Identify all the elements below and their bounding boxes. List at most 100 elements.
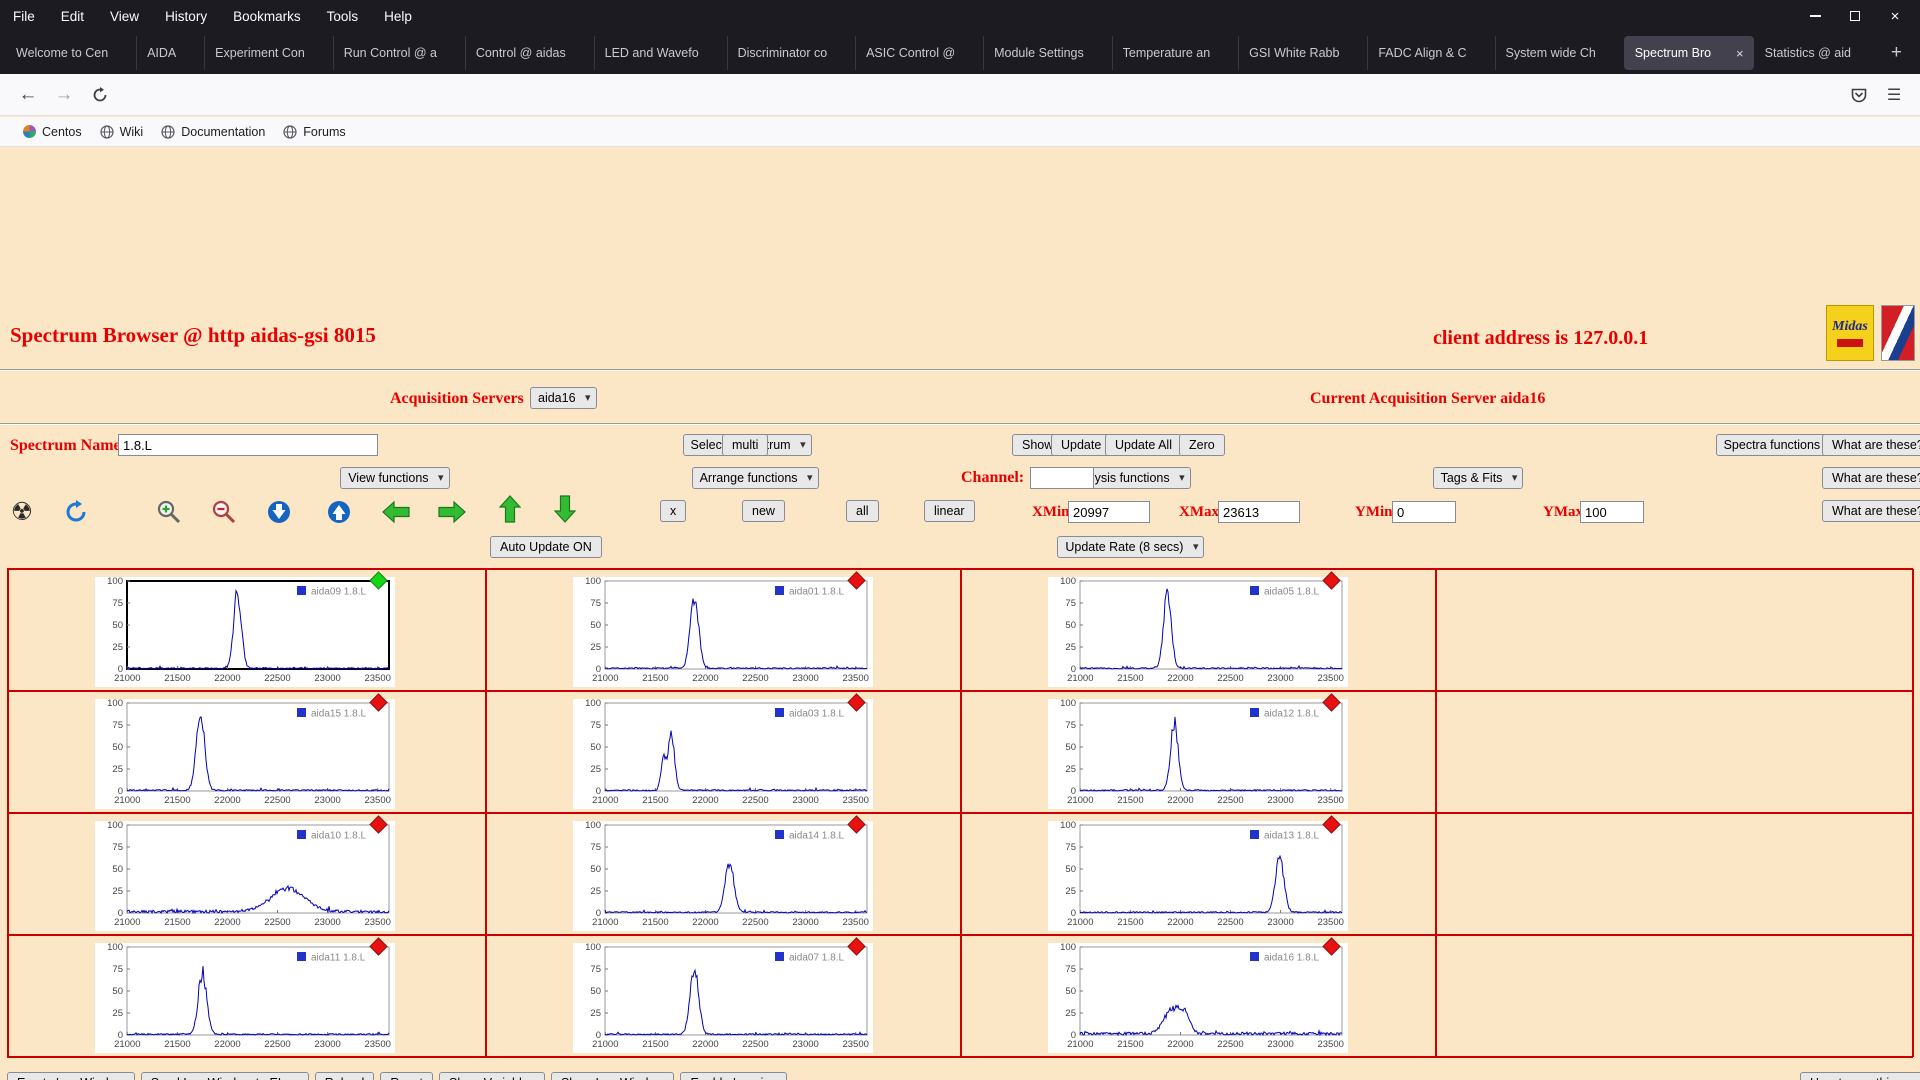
update-rate-dropdown[interactable]: Update Rate (8 secs)	[1057, 536, 1205, 558]
tab-welcome-to-cen[interactable]: Welcome to Cen	[6, 36, 136, 70]
enable-logging-button[interactable]: Enable Logging	[680, 1072, 788, 1080]
spectrum-chart-aida15[interactable]: 0 25 50 75 100 21000 21500 22000 22500 23000 23500…	[95, 693, 395, 809]
empty-log-window-button[interactable]: Empty Log Window	[7, 1072, 135, 1080]
new-tab-button[interactable]: +	[1879, 42, 1914, 64]
menu-tools[interactable]: Tools	[314, 9, 372, 24]
svg-text:23000: 23000	[792, 917, 818, 928]
xmin-input[interactable]	[1068, 501, 1150, 523]
reload-button[interactable]: Reload	[314, 1072, 375, 1080]
spectrum-chart-aida11[interactable]: 0 25 50 75 100 21000 21500 22000 22500 23000 23500…	[95, 937, 395, 1053]
svg-text:25: 25	[112, 1008, 123, 1019]
tab-discriminator-co[interactable]: Discriminator co	[726, 36, 856, 70]
reset-button[interactable]: Reset	[380, 1072, 433, 1080]
send-log-window-to-elog-button[interactable]: Send Log Window to ELog	[140, 1072, 309, 1080]
show-log-window-button[interactable]: Show Log Window	[550, 1072, 675, 1080]
menu-edit[interactable]: Edit	[48, 9, 97, 24]
menu-bookmarks[interactable]: Bookmarks	[220, 9, 314, 24]
spectrum-chart-aida07[interactable]: 0 25 50 75 100 21000 21500 22000 22500 23000 23500…	[573, 937, 873, 1053]
view-functions-dropdown[interactable]: View functions	[340, 467, 450, 489]
tab-module-settings[interactable]: Module Settings	[983, 36, 1112, 70]
tab-system-wide-ch[interactable]: System wide Ch	[1494, 36, 1624, 70]
svg-text:25: 25	[1065, 764, 1076, 775]
forward-button[interactable]: →	[50, 81, 78, 109]
tab-control-aidas[interactable]: Control @ aidas	[464, 36, 594, 70]
save-to-pocket-icon[interactable]	[1845, 81, 1873, 109]
tab-statistics-aid[interactable]: Statistics @ aid	[1754, 36, 1879, 70]
menu-history[interactable]: History	[152, 9, 220, 24]
radioactive-icon[interactable]: ☢	[8, 498, 36, 526]
linear-button[interactable]: linear	[924, 500, 975, 522]
zero-button[interactable]: Zero	[1179, 434, 1225, 456]
what-are-these-button-2[interactable]: What are these?	[1822, 467, 1920, 489]
pan-down-icon[interactable]	[551, 495, 579, 523]
pan-up-icon[interactable]	[496, 495, 524, 523]
spectrum-chart-aida12[interactable]: 0 25 50 75 100 21000 21500 22000 22500 23000 23500…	[1048, 693, 1348, 809]
tab-fadc-align-c[interactable]: FADC Align & C	[1367, 36, 1494, 70]
multi-button[interactable]: multi	[722, 434, 769, 456]
spectrum-chart-aida16[interactable]: 0 25 50 75 100 21000 21500 22000 22500 23000 23500…	[1048, 937, 1348, 1053]
ymin-input[interactable]	[1392, 501, 1456, 523]
xmin-label: XMin	[1032, 504, 1070, 520]
bookmark-wiki[interactable]: Wiki	[91, 122, 153, 142]
menu-bar: File Edit View History Bookmarks Tools Help ×	[0, 0, 1920, 32]
window-close-button[interactable]: ×	[1884, 5, 1906, 27]
scroll-down-icon[interactable]	[265, 498, 293, 526]
reload-button[interactable]	[86, 81, 114, 109]
ymax-input[interactable]	[1580, 501, 1644, 523]
chart-svg-aida05: 025507510021000 21500 22000 22500 23000 23500…	[1048, 576, 1348, 687]
menu-view[interactable]: View	[97, 9, 152, 24]
svg-text:50: 50	[112, 620, 123, 631]
svg-text:23500: 23500	[1317, 1039, 1343, 1050]
svg-text:100: 100	[1060, 821, 1076, 831]
what-are-these-button-1[interactable]: What are these?	[1822, 434, 1920, 456]
acquisition-server-select[interactable]: aida16	[530, 387, 597, 409]
show-variables-button[interactable]: Show Variables	[439, 1072, 545, 1080]
all-button[interactable]: all	[846, 500, 879, 522]
bookmark-forums[interactable]: Forums	[274, 122, 354, 142]
tab-experiment-con[interactable]: Experiment Con	[204, 36, 333, 70]
tab-aida[interactable]: AIDA	[136, 36, 204, 70]
spectrum-chart-aida13[interactable]: 0 25 50 75 100 21000 21500 22000 22500 23000 23500…	[1048, 815, 1348, 931]
tab-gsi-white-rabb[interactable]: GSI White Rabb	[1238, 36, 1367, 70]
tab-spectrum-bro[interactable]: Spectrum Bro ×	[1623, 36, 1754, 70]
hamburger-menu-icon[interactable]: ☰	[1880, 81, 1908, 109]
window-minimize-button[interactable]	[1804, 5, 1826, 27]
spectrum-chart-aida10[interactable]: 0 25 50 75 100 21000 21500 22000 22500 23000 23500…	[95, 815, 395, 931]
window-maximize-button[interactable]	[1844, 5, 1866, 27]
svg-text:23000: 23000	[1267, 1039, 1293, 1050]
spectrum-chart-aida03[interactable]: 0 25 50 75 100 21000 21500 22000 22500 23000 23500…	[573, 693, 873, 809]
spectrum-chart-aida09[interactable]: 0 25 50 75 100 21000 21500 22000 22500 23000 23500…	[95, 571, 395, 687]
pan-right-icon[interactable]	[438, 498, 466, 526]
refresh-icon[interactable]	[62, 498, 90, 526]
x-button[interactable]: x	[660, 500, 687, 522]
tab-run-control-a[interactable]: Run Control @ a	[332, 36, 465, 70]
arrange-functions-dropdown[interactable]: Arrange functions	[691, 467, 819, 489]
channel-input[interactable]	[1030, 467, 1094, 489]
zoom-in-icon[interactable]	[155, 498, 183, 526]
zoom-out-icon[interactable]	[210, 498, 238, 526]
update-all-button[interactable]: Update All	[1105, 434, 1182, 456]
spectrum-chart-aida14[interactable]: 0 25 50 75 100 21000 21500 22000 22500 23000 23500…	[573, 815, 873, 931]
menu-file[interactable]: File	[0, 9, 48, 24]
back-button[interactable]: ←	[14, 81, 42, 109]
tags-fits-dropdown[interactable]: Tags & Fits	[1432, 467, 1524, 489]
midas-logo-text: Midas	[1832, 319, 1868, 334]
tab-temperature-an[interactable]: Temperature an	[1111, 36, 1238, 70]
menu-help[interactable]: Help	[371, 9, 425, 24]
what-are-these-button-3[interactable]: What are these?	[1822, 500, 1920, 522]
spectrum-chart-aida05[interactable]: 0 25 50 75 100 21000 21500 22000 22500 23000 23500…	[1048, 571, 1348, 687]
auto-update-button[interactable]: Auto Update ON	[490, 536, 602, 558]
spectrum-chart-aida01[interactable]: 0 25 50 75 100 21000 21500 22000 22500 23000 23500…	[573, 571, 873, 687]
update-button[interactable]: Update	[1051, 434, 1112, 456]
scroll-up-icon[interactable]	[325, 498, 353, 526]
tab-led-and-wavefo[interactable]: LED and Wavefo	[593, 36, 727, 70]
new-button[interactable]: new	[742, 500, 785, 522]
tab-close-icon[interactable]: ×	[1736, 46, 1744, 61]
how-to-use-button[interactable]: How to use this page	[1800, 1072, 1920, 1080]
xmax-input[interactable]	[1218, 501, 1300, 523]
tab-asic-control[interactable]: ASIC Control @	[855, 36, 983, 70]
bookmark-centos[interactable]: Centos	[14, 122, 91, 142]
bookmark-documentation[interactable]: Documentation	[152, 122, 274, 142]
pan-left-icon[interactable]	[382, 498, 410, 526]
spectrum-name-input[interactable]	[118, 434, 378, 456]
